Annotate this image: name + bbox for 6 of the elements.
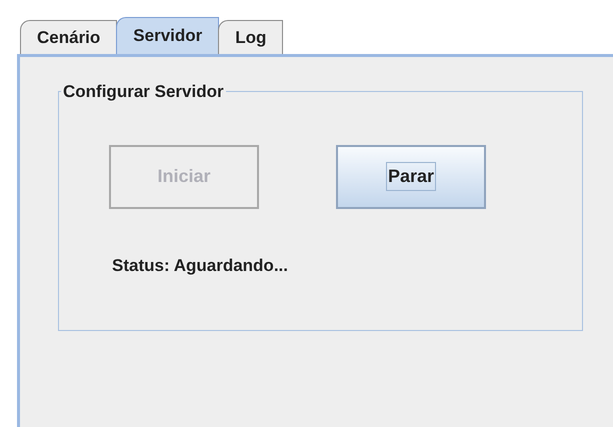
tab[interactable]: Servidor (116, 17, 220, 54)
tab[interactable]: Cenário (20, 20, 118, 54)
action-button[interactable]: Parar (336, 144, 486, 208)
tab[interactable]: Log (218, 20, 284, 54)
status-label: Status: Aguardando... (112, 254, 289, 277)
group-title: Configurar Servidor (62, 81, 225, 103)
